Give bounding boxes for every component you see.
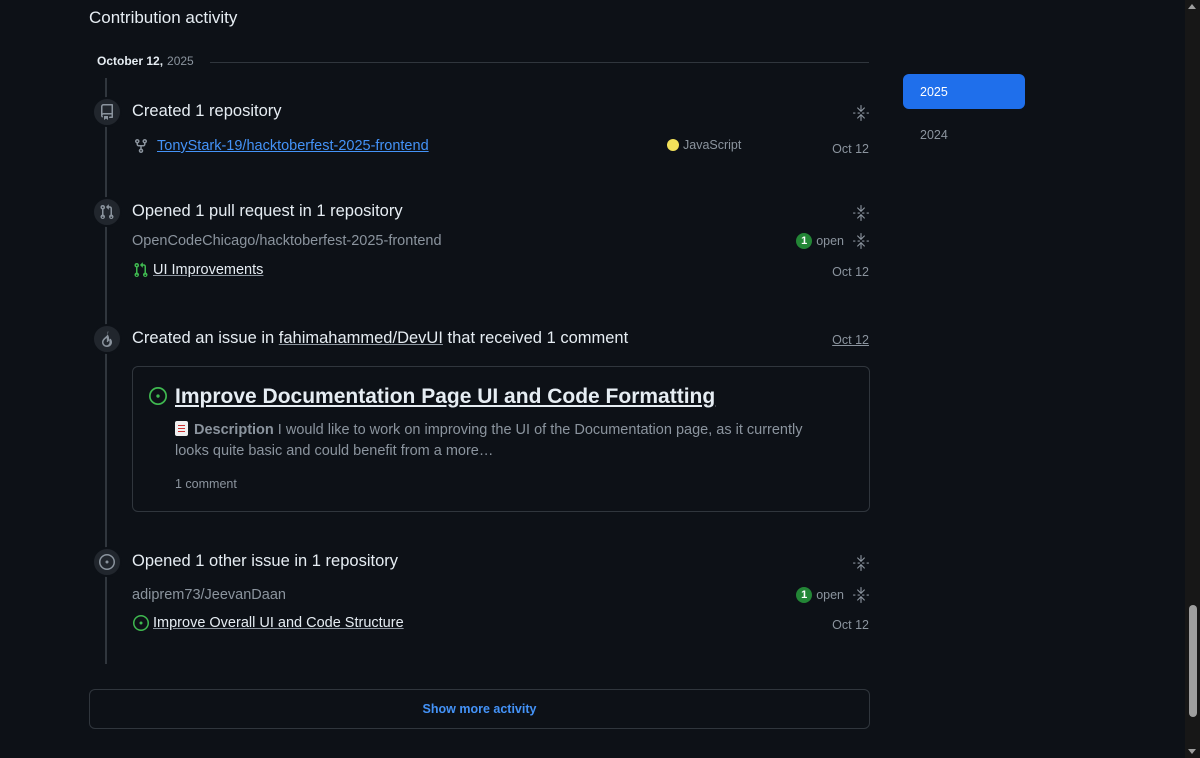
scroll-up-arrow-icon[interactable]	[1188, 4, 1196, 9]
fold-icon[interactable]	[852, 204, 870, 222]
pull-request-icon	[92, 197, 122, 227]
issue-opened-icon	[92, 547, 122, 577]
pr-repo-name[interactable]: OpenCodeChicago/hacktoberfest-2025-front…	[132, 233, 442, 249]
year-2025-link[interactable]: 2025	[903, 74, 1025, 109]
issue-card-title[interactable]: Improve Documentation Page UI and Code F…	[175, 385, 715, 409]
issue-title-suffix: that received 1 comment	[447, 329, 629, 347]
scrollbar-thumb[interactable]	[1189, 605, 1197, 717]
date-year: 2025	[167, 54, 194, 68]
pull-request-open-icon	[134, 262, 148, 278]
fork-icon	[135, 138, 147, 154]
section-title: Contribution activity	[89, 8, 238, 27]
issue-open-icon	[133, 615, 149, 631]
event-title-pull-request: Opened 1 pull request in 1 repository	[132, 202, 403, 220]
issue-open-icon	[149, 387, 167, 405]
year-2024-link[interactable]: 2024	[903, 117, 1025, 152]
created-repo-link[interactable]: TonyStark-19/hacktoberfest-2025-frontend	[157, 138, 429, 154]
other-issue-item-row: Improve Overall UI and Code Structure	[133, 615, 404, 631]
issue-title-prefix: Created an issue in	[132, 329, 275, 347]
event-title-issue: Created an issue in fahimahammed/DevUI t…	[132, 329, 628, 348]
date-header: October 12, 2025	[97, 54, 194, 68]
fold-icon[interactable]	[852, 554, 870, 572]
other-issue-repo-name[interactable]: adiprem73/JeevanDaan	[132, 587, 286, 603]
issue-card-body: Description I would like to work on impr…	[175, 420, 835, 462]
pr-open-count: 1	[796, 233, 813, 249]
event-title-other-issue: Opened 1 other issue in 1 repository	[132, 552, 398, 570]
pr-open-label: open	[816, 234, 844, 248]
event-date[interactable]: Oct 12	[832, 333, 869, 347]
fold-icon[interactable]	[852, 232, 870, 250]
language-label: JavaScript	[683, 138, 742, 152]
show-more-activity-button[interactable]: Show more activity	[89, 689, 870, 729]
issue-comment-count: 1 comment	[175, 477, 237, 491]
year-nav: 2025 2024	[903, 74, 1025, 160]
repo-link-row: TonyStark-19/hacktoberfest-2025-frontend	[133, 138, 429, 154]
language-badge: JavaScript	[667, 138, 741, 152]
memo-icon	[175, 421, 188, 436]
issue-card: Improve Documentation Page UI and Code F…	[132, 366, 870, 512]
pr-item-row: UI Improvements	[133, 262, 263, 278]
issue-open-badge: 1 open	[796, 587, 844, 603]
issue-open-label: open	[816, 588, 844, 602]
date-divider	[210, 62, 869, 63]
repo-icon	[92, 97, 122, 127]
scroll-down-arrow-icon[interactable]	[1188, 749, 1196, 754]
scrollbar[interactable]	[1185, 0, 1200, 758]
language-color-dot	[667, 139, 679, 151]
event-title-created-repo: Created 1 repository	[132, 102, 282, 120]
fold-icon[interactable]	[852, 586, 870, 604]
other-issue-item-link[interactable]: Improve Overall UI and Code Structure	[153, 615, 404, 631]
fold-icon[interactable]	[852, 104, 870, 122]
event-date: Oct 12	[832, 265, 869, 279]
date-month-day: October 12,	[97, 54, 164, 68]
issue-open-count: 1	[796, 587, 813, 603]
issue-body-label: Description	[194, 422, 274, 438]
flame-icon	[92, 324, 122, 354]
pr-item-link[interactable]: UI Improvements	[153, 262, 263, 278]
issue-repo-link[interactable]: fahimahammed/DevUI	[279, 329, 443, 347]
event-date: Oct 12	[832, 142, 869, 156]
pr-open-badge: 1 open	[796, 233, 844, 249]
event-date: Oct 12	[832, 618, 869, 632]
